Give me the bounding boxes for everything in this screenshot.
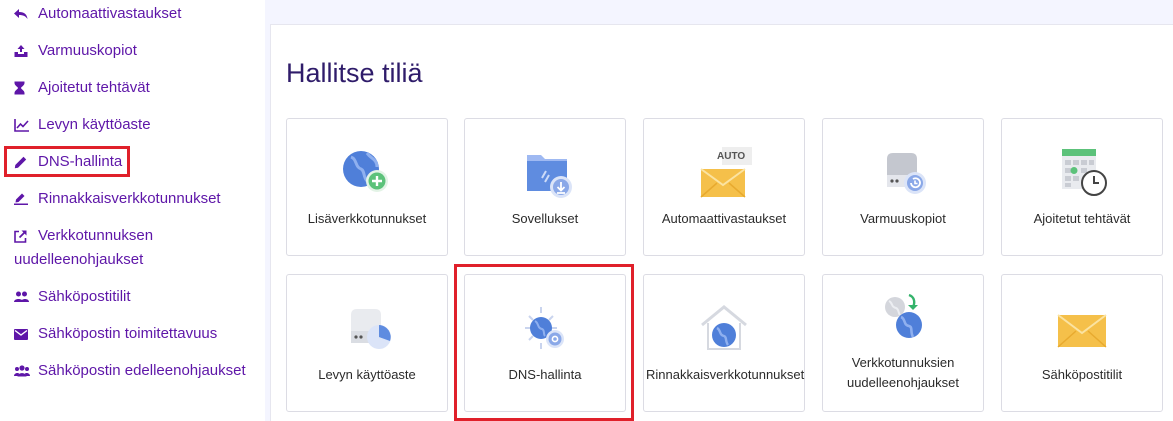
sidebar-item-label: Ajoitetut tehtävät bbox=[38, 79, 150, 96]
tile-label: Lisäverkkotunnukset bbox=[307, 211, 427, 226]
reply-icon bbox=[14, 2, 38, 26]
sidebar-item-label: Levyn käyttöaste bbox=[38, 116, 151, 133]
envelope-auto-icon: AUTO bbox=[644, 147, 804, 203]
tile-levyn-kayttoaste[interactable]: Levyn käyttöaste bbox=[286, 274, 448, 412]
drive-restore-icon bbox=[823, 145, 983, 201]
tile-label: Sähköpostitilit bbox=[1041, 367, 1123, 382]
tile-automaattivastaukset[interactable]: AUTO Automaattivastaukset bbox=[643, 118, 805, 256]
tile-lisaverkkotunnukset[interactable]: Lisäverkkotunnukset bbox=[286, 118, 448, 256]
sidebar-item-rinnakkaisverkkotunnukset[interactable]: Rinnakkaisverkkotunnukset bbox=[14, 187, 221, 211]
sidebar-item-sahkopostin-edelleenohjaukset[interactable]: Sähköpostin edelleenohjaukset bbox=[14, 359, 254, 383]
sidebar-item-label: Varmuuskopiot bbox=[38, 42, 137, 59]
sidebar-item-label: Sähköpostin edelleenohjaukset bbox=[38, 362, 246, 379]
envelope-icon bbox=[1002, 301, 1162, 357]
auto-badge: AUTO bbox=[717, 151, 746, 162]
page-title: Hallitse tiliä bbox=[286, 58, 423, 88]
calendar-clock-icon bbox=[1002, 145, 1162, 201]
hourglass-icon bbox=[14, 76, 38, 100]
dns-tile-highlight bbox=[454, 264, 634, 421]
folder-download-icon bbox=[465, 145, 625, 201]
active-item-highlight bbox=[4, 146, 130, 177]
tile-label: Varmuuskopiot bbox=[860, 211, 946, 226]
sidebar-item-levyn-kayttoaste[interactable]: Levyn käyttöaste bbox=[14, 113, 151, 137]
drive-pie-icon bbox=[287, 301, 447, 357]
globe-plus-icon bbox=[287, 145, 447, 201]
sidebar-item-verkkotunnuksen-uudelleenohjaukset[interactable]: Verkkotunnuksen uudelleenohjaukset bbox=[14, 224, 254, 272]
tile-label: Levyn käyttöaste bbox=[318, 367, 416, 382]
tile-verkkotunnuksien-uudelleenohjaukset[interactable]: Verkkotunnuksien uudelleenohjaukset bbox=[822, 274, 984, 412]
envelope-icon bbox=[14, 322, 38, 346]
user-group-icon bbox=[14, 359, 38, 383]
sidebar-item-label: Sähköpostin toimitettavuus bbox=[38, 325, 218, 342]
tile-varmuuskopiot[interactable]: Varmuuskopiot bbox=[822, 118, 984, 256]
tile-label: Sovellukset bbox=[511, 211, 579, 226]
chart-line-icon bbox=[14, 113, 38, 137]
sidebar-item-ajoitetut-tehtavat[interactable]: Ajoitetut tehtävät bbox=[14, 76, 150, 100]
tile-label: Ajoitetut tehtävät bbox=[1033, 211, 1131, 226]
tile-sovellukset[interactable]: Sovellukset bbox=[464, 118, 626, 256]
sidebar-item-automaattivastaukset[interactable]: Automaattivastaukset bbox=[14, 2, 181, 26]
sidebar-item-varmuuskopiot[interactable]: Varmuuskopiot bbox=[14, 39, 137, 63]
users-icon bbox=[14, 285, 38, 309]
tile-rinnakkaisverkkotunnukset[interactable]: Rinnakkaisverkkotunnukset bbox=[643, 274, 805, 412]
sidebar-item-label: Automaattivastaukset bbox=[38, 5, 182, 22]
tile-label: Rinnakkaisverkkotunnukset bbox=[646, 367, 805, 382]
external-link-icon bbox=[14, 224, 38, 248]
sidebar: Automaattivastaukset Varmuuskopiot Ajoit… bbox=[0, 0, 265, 421]
edit-line-icon bbox=[14, 187, 38, 211]
globe-house-icon bbox=[644, 301, 804, 357]
sidebar-item-sahkopostitilit[interactable]: Sähköpostitilit bbox=[14, 285, 131, 309]
globe-redirect-icon bbox=[823, 291, 983, 347]
tile-label: Verkkotunnuksien uudelleenohjaukset bbox=[846, 355, 960, 390]
tile-sahkopostitilit[interactable]: Sähköpostitilit bbox=[1001, 274, 1163, 412]
tile-label: Automaattivastaukset bbox=[661, 211, 787, 226]
sidebar-item-label: Rinnakkaisverkkotunnukset bbox=[38, 190, 221, 207]
backup-tray-icon bbox=[14, 39, 38, 63]
sidebar-item-label: Sähköpostitilit bbox=[38, 288, 131, 305]
sidebar-item-sahkopostin-toimitettavuus[interactable]: Sähköpostin toimitettavuus bbox=[14, 322, 217, 346]
tile-ajoitetut-tehtavat[interactable]: Ajoitetut tehtävät bbox=[1001, 118, 1163, 256]
